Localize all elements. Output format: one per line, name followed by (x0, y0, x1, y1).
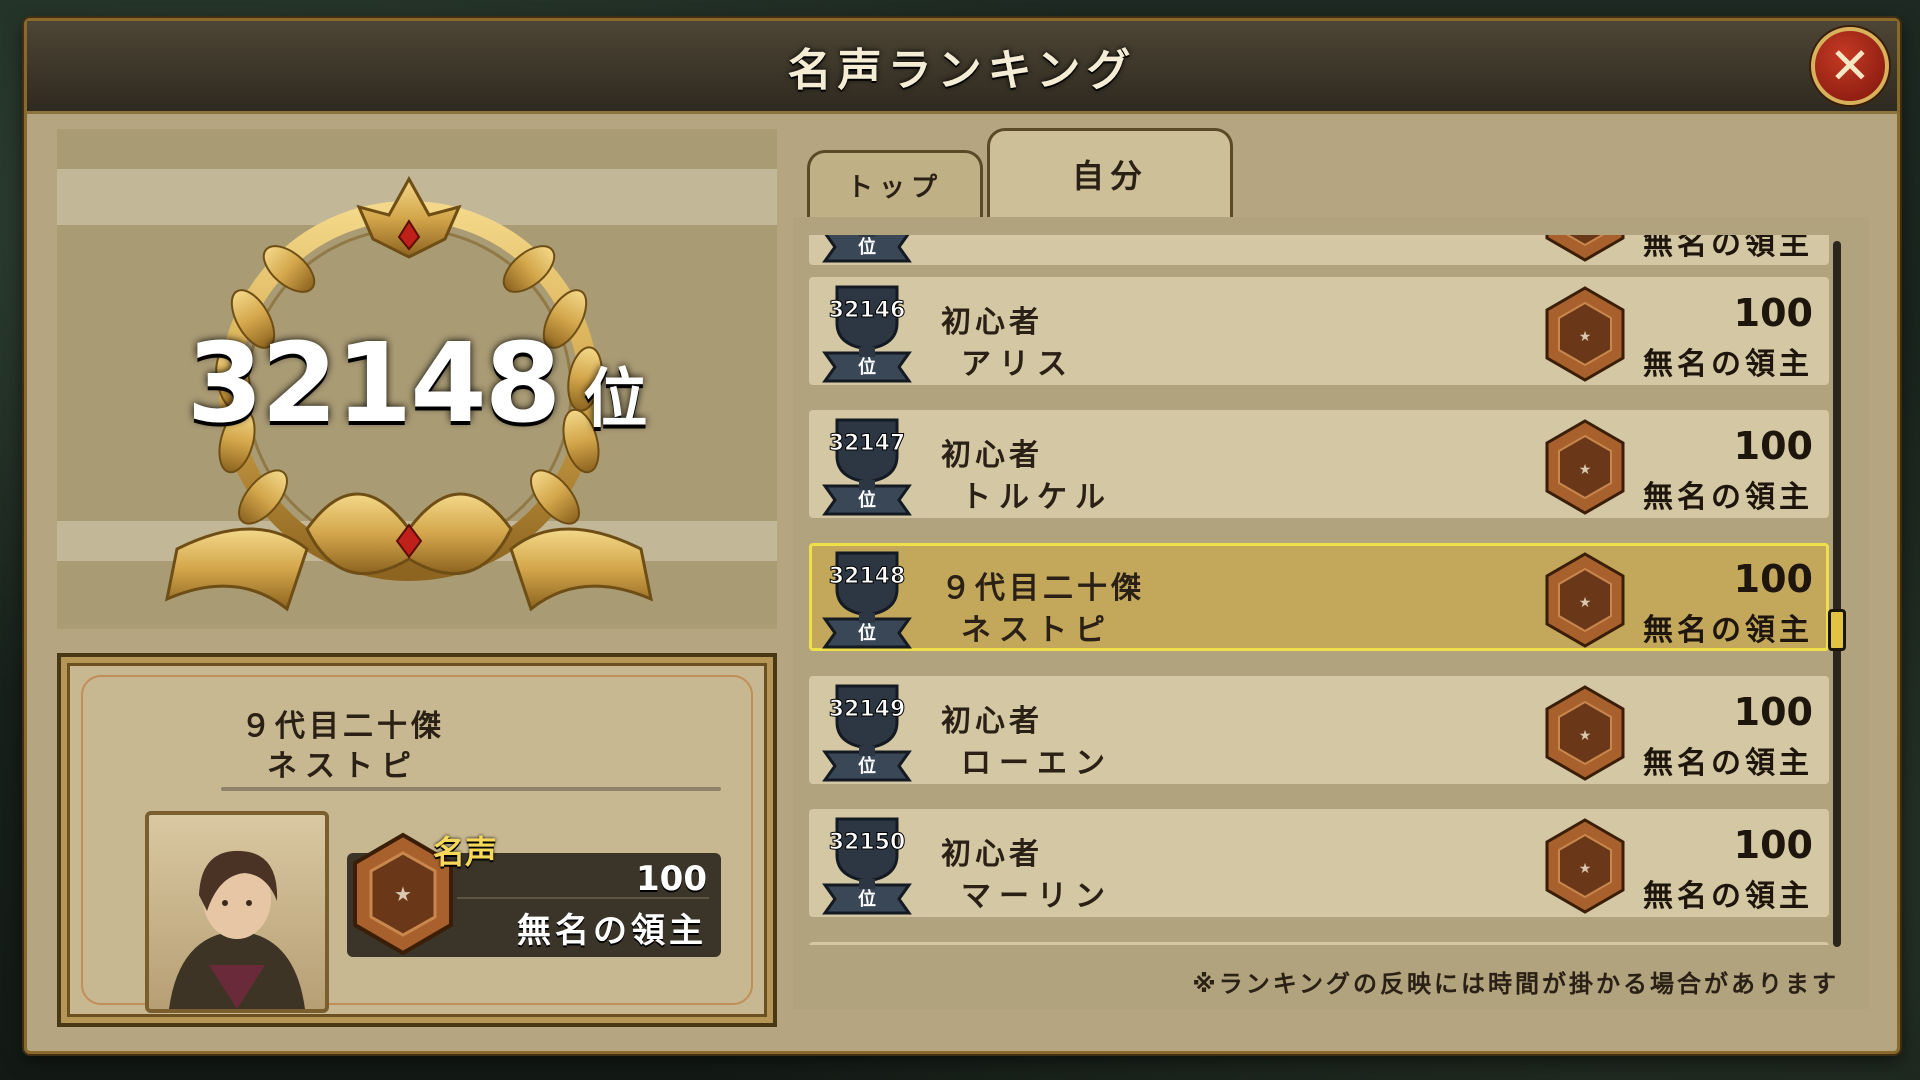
row-player-name: アリス (961, 347, 1075, 382)
row-fame-value: 100 (1733, 690, 1813, 734)
svg-text:★: ★ (1579, 861, 1592, 877)
ranking-row[interactable]: 位 ★ 無名の領主 (809, 235, 1829, 265)
fame-label: 名声 (433, 833, 498, 871)
row-rank-suffix: 位 (858, 356, 876, 378)
row-fame-rank-name: 無名の領主 (1643, 746, 1813, 781)
ranking-list: 位 ★ 無名の領主 32146 位 初心者 アリス ★ 100 無名の領主 32… (793, 217, 1869, 1009)
ranking-tabs: トップ 自分 (797, 125, 1257, 217)
row-fame-rank-name: 無名の領主 (1643, 480, 1813, 515)
row-player-title: ９代目二十傑 (941, 571, 1145, 606)
ranking-notice: ※ランキングの反映には時間が掛かる場合があります (1192, 970, 1839, 998)
fame-emblem-icon: ★ (1545, 552, 1625, 648)
row-rank-number: 32147 (829, 431, 906, 456)
divider (221, 787, 721, 791)
fame-emblem-icon: ★ (1545, 685, 1625, 781)
profile-card: ９代目二十傑 ネストピ ★ 100 無名の領主 名声 (57, 653, 777, 1027)
my-rank-panel: 32148 位 ９代目二十傑 ネストピ ★ 100 無名の領主 名声 (57, 129, 777, 1027)
row-fame-value: 100 (1733, 424, 1813, 468)
fame-emblem-icon: ★ (1545, 818, 1625, 914)
ranking-row[interactable]: 32147 位 初心者 トルケル ★ 100 無名の領主 (809, 410, 1829, 518)
ranking-row[interactable]: 32151 位 初代二十傑 ★ 100 (809, 942, 1829, 945)
character-portrait (145, 811, 329, 1013)
fame-emblem-icon: ★ (1545, 235, 1625, 262)
fame-divider (457, 897, 709, 899)
fame-box: ★ 100 無名の領主 (347, 832, 721, 957)
my-rank-suffix: 位 (583, 363, 648, 437)
row-player-name: ローエン (961, 746, 1113, 781)
rank-hero: 32148 位 (57, 129, 777, 629)
row-rank-number: 32148 (829, 564, 906, 589)
ranking-row-self[interactable]: 32148 位 ９代目二十傑 ネストピ ★ 100 無名の領主 (809, 543, 1829, 651)
rank-trophy-icon: 位 (822, 235, 912, 263)
row-rank-number: 32146 (829, 298, 906, 323)
row-rank-number: 32149 (829, 697, 906, 722)
row-fame-rank-name: 無名の領主 (1643, 235, 1813, 262)
profile-name: ネストピ (267, 749, 419, 784)
ranking-row[interactable]: 32146 位 初心者 アリス ★ 100 無名の領主 (809, 277, 1829, 385)
fame-value: 100 (636, 859, 707, 899)
my-rank-display: 32148 位 (57, 319, 777, 447)
rank-trophy-icon: 32147 位 (822, 418, 912, 516)
row-fame-rank-name: 無名の領主 (1643, 613, 1813, 648)
row-player-name: トルケル (961, 480, 1113, 515)
row-fame-value: 100 (1733, 823, 1813, 867)
row-fame-rank-name: 無名の領主 (1643, 347, 1813, 382)
fame-emblem-icon: ★ (1545, 286, 1625, 382)
ranking-row[interactable]: 32150 位 初心者 マーリン ★ 100 無名の領主 (809, 809, 1829, 917)
ranking-row[interactable]: 32149 位 初心者 ローエン ★ 100 無名の領主 (809, 676, 1829, 784)
svg-text:★: ★ (394, 882, 412, 906)
row-player-title: 初心者 (941, 704, 1043, 739)
row-rank-suffix: 位 (858, 622, 876, 644)
fame-rank-name: 無名の領主 (517, 911, 707, 951)
row-fame-rank-name: 無名の領主 (1643, 879, 1813, 914)
tab-self[interactable]: 自分 (987, 128, 1233, 217)
svg-text:★: ★ (1579, 728, 1592, 744)
row-rank-suffix: 位 (858, 489, 876, 511)
row-player-title: 初心者 (941, 305, 1043, 340)
scrollbar[interactable] (1833, 241, 1841, 947)
row-fame-value: 100 (1733, 291, 1813, 335)
row-rank-number: 32150 (829, 830, 906, 855)
rank-trophy-icon: 32150 位 (822, 817, 912, 915)
my-rank-number: 32148 (186, 319, 562, 447)
rank-trophy-icon: 32149 位 (822, 684, 912, 782)
svg-text:★: ★ (1579, 595, 1592, 611)
title-bar: 名声ランキング ✕ (27, 21, 1897, 114)
row-player-name: マーリン (961, 879, 1113, 914)
row-rank-suffix: 位 (858, 236, 876, 258)
svg-text:★: ★ (1579, 329, 1592, 345)
rank-trophy-icon: 32146 位 (822, 285, 912, 383)
tab-top[interactable]: トップ (807, 150, 983, 217)
scrollbar-thumb[interactable] (1828, 609, 1846, 651)
profile-title: ９代目二十傑 (241, 709, 445, 744)
window-title: 名声ランキング (787, 45, 1137, 96)
close-button[interactable]: ✕ (1811, 27, 1889, 105)
row-player-title: 初心者 (941, 837, 1043, 872)
row-player-name: ネストピ (961, 613, 1113, 648)
row-player-title: 初心者 (941, 438, 1043, 473)
row-rank-suffix: 位 (858, 755, 876, 777)
ranking-list-viewport[interactable]: 位 ★ 無名の領主 32146 位 初心者 アリス ★ 100 無名の領主 32… (809, 235, 1829, 945)
svg-text:★: ★ (1579, 462, 1592, 478)
close-icon: ✕ (1829, 37, 1871, 95)
row-rank-suffix: 位 (858, 888, 876, 910)
ranking-window: 名声ランキング ✕ 32148 位 ９代目二十傑 ネストピ ★ 100 無名の領… (24, 18, 1900, 1054)
row-fame-value: 100 (1733, 557, 1813, 601)
rank-trophy-icon: 32148 位 (822, 551, 912, 649)
fame-emblem-icon: ★ (1545, 419, 1625, 515)
